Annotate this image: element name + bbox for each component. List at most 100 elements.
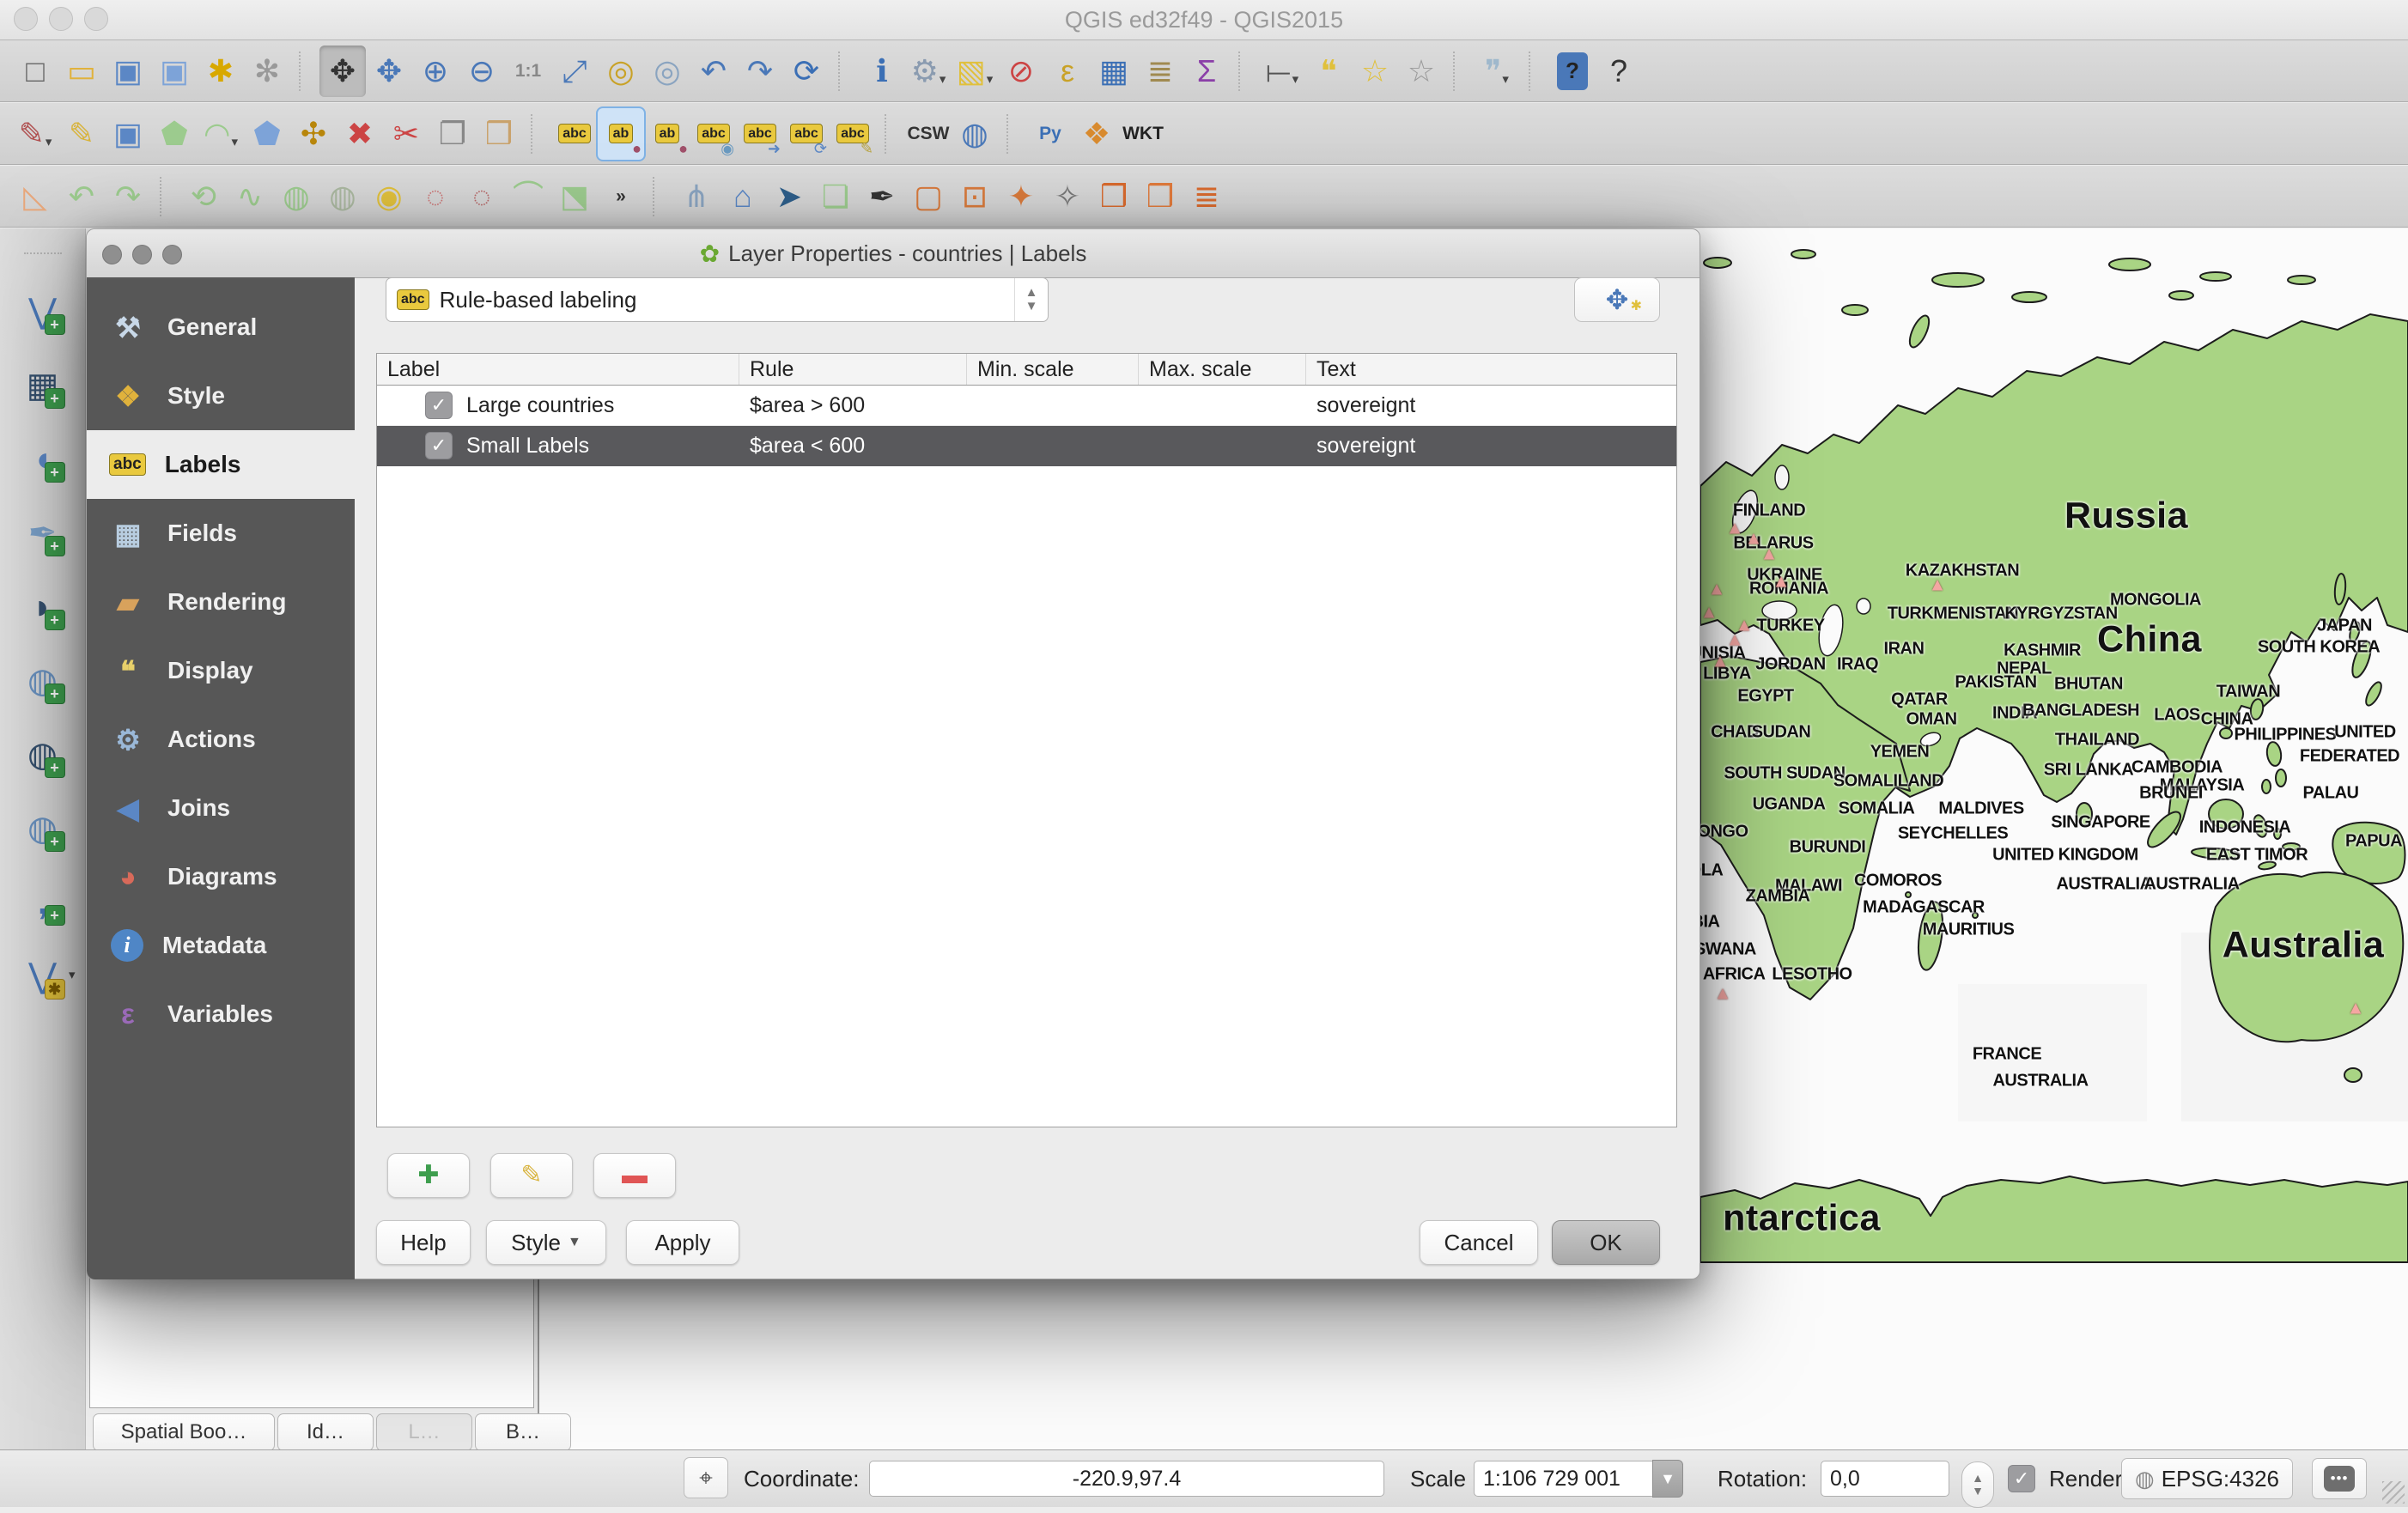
minimize-window-button[interactable] (49, 7, 73, 31)
rule-row[interactable]: ✓Large countries$area > 600sovereignt (377, 386, 1676, 426)
select-extent[interactable]: ▢ (905, 171, 952, 222)
toggle-editing[interactable]: ✎ (58, 108, 105, 160)
ok-button[interactable]: OK (1552, 1220, 1660, 1265)
identify-features[interactable]: ℹ (859, 46, 905, 97)
add-delimited-text-layer[interactable]: ,+ (15, 866, 70, 939)
zoom-to-selection[interactable]: ◎ (598, 46, 644, 97)
maximize-window-button[interactable] (84, 7, 108, 31)
rotation-input[interactable] (1821, 1461, 1949, 1497)
edit-rule-button[interactable]: ✎ (490, 1153, 573, 1198)
sidebar-item-fields[interactable]: ▦Fields (87, 499, 355, 568)
help-button[interactable]: Help (376, 1220, 471, 1265)
dialog-titlebar[interactable]: ✿ Layer Properties - countries | Labels (87, 229, 1700, 278)
epsg-button[interactable]: ◍ EPSG:4326 (2121, 1458, 2293, 1499)
add-wms-layer[interactable]: ◍+ (15, 718, 70, 792)
add-layer-group[interactable]: ≣ (1183, 171, 1230, 222)
undo[interactable]: ↶ (58, 171, 105, 222)
dock-tab-b[interactable]: B… (475, 1413, 571, 1451)
add-part[interactable]: ◍ (319, 171, 366, 222)
add-vector-layer[interactable]: ⋁+ (15, 275, 70, 349)
new-bookmark[interactable]: ☆ (1352, 46, 1398, 97)
pen-tool[interactable]: ✒ (859, 171, 905, 222)
sidebar-item-variables[interactable]: εVariables (87, 980, 355, 1048)
render-checkbox[interactable]: ✓ (2008, 1466, 2035, 1492)
close-window-button[interactable] (14, 7, 38, 31)
map-tips[interactable]: ❝ (1305, 46, 1352, 97)
auto-fill-wand[interactable]: ✦ (998, 171, 1044, 222)
copy-features[interactable]: ❐ (429, 108, 476, 160)
add-wms-service[interactable]: ◍ (952, 108, 998, 160)
move-label[interactable]: abc➜ (737, 108, 783, 160)
cancel-button[interactable]: Cancel (1420, 1220, 1538, 1265)
messages-button[interactable]: ••• (2312, 1458, 2367, 1499)
add-raster-layer[interactable]: ▦+ (15, 349, 70, 422)
sidebar-item-rendering[interactable]: ▰Rendering (87, 568, 355, 636)
rule-checkbox[interactable]: ✓ (425, 392, 453, 419)
sidebar-item-labels[interactable]: abcLabels (87, 430, 355, 499)
save-project-as[interactable]: ▣ (151, 46, 198, 97)
add-feature[interactable]: ⬟ (151, 108, 198, 160)
simplify-feature[interactable]: ∿ (227, 171, 273, 222)
wkt-tool[interactable]: WKT (1120, 108, 1166, 160)
text-annotation[interactable]: ❞▾ (1474, 46, 1520, 97)
dialog-minimize-button[interactable] (132, 245, 152, 264)
scale-dropdown-button[interactable]: ▼ (1656, 1461, 1683, 1497)
add-spatialite-layer[interactable]: ✒+ (15, 496, 70, 570)
dialog-zoom-button[interactable] (162, 245, 182, 264)
open-project[interactable]: ▭ (58, 46, 105, 97)
reshape-features[interactable]: ⬔ (551, 171, 598, 222)
layer-labeling-options[interactable]: abc (551, 108, 598, 160)
refresh-map[interactable]: ⟳ (783, 46, 830, 97)
select-by-expression[interactable]: ε (1044, 46, 1091, 97)
offset-curve[interactable]: ⌒ (505, 171, 551, 222)
column-header-label[interactable]: Label (377, 354, 739, 385)
save-layer-edits[interactable]: ▣ (105, 108, 151, 160)
scale-input[interactable] (1474, 1461, 1656, 1497)
window-controls[interactable] (14, 7, 108, 31)
toolbar-drag-handle[interactable] (24, 252, 62, 263)
delete-part[interactable]: ◌ (459, 171, 505, 222)
advanced-digitizing[interactable]: ◺ (12, 171, 58, 222)
zoom-in[interactable]: ⊕ (412, 46, 459, 97)
new-shapefile-layer[interactable]: ⋁✱▾ (15, 939, 70, 1013)
pin-unpin-labels[interactable]: ab● (598, 108, 644, 160)
add-circular-string[interactable]: ◠▾ (198, 108, 244, 160)
current-edits[interactable]: ✎▾ (12, 108, 58, 160)
transform-extent[interactable]: ⊡ (952, 171, 998, 222)
rotate-label[interactable]: abc⟳ (783, 108, 830, 160)
open-attribute-table[interactable]: ▦ (1091, 46, 1137, 97)
dock-tab-id[interactable]: Id… (277, 1413, 374, 1451)
new-project[interactable]: □ (12, 46, 58, 97)
dialog-close-button[interactable] (102, 245, 122, 264)
sidebar-item-diagrams[interactable]: ◕Diagrams (87, 842, 355, 911)
show-bookmarks[interactable]: ☆ (1398, 46, 1444, 97)
measure-line[interactable]: ⟝▾ (1259, 46, 1305, 97)
apply-button[interactable]: Apply (626, 1220, 739, 1265)
cut-features[interactable]: ✂ (383, 108, 429, 160)
fill-ring[interactable]: ◉ (366, 171, 412, 222)
map-view[interactable]: RussiaChinaAustraliantarcticaFINLANDBELA… (1700, 228, 2408, 1279)
save-project[interactable]: ▣ (105, 46, 151, 97)
delete-ring[interactable]: ◌ (412, 171, 459, 222)
sidebar-item-style[interactable]: ❖Style (87, 362, 355, 430)
run-feature-action[interactable]: ⚙▾ (905, 46, 952, 97)
dock-tab-l[interactable]: L… (376, 1413, 472, 1451)
csw-search[interactable]: CSW (905, 108, 952, 160)
paste-features[interactable]: ❒ (476, 108, 522, 160)
rule-checkbox[interactable]: ✓ (425, 432, 453, 459)
sidebar-item-actions[interactable]: ⚙Actions (87, 705, 355, 774)
magic-wand[interactable]: ✧ (1044, 171, 1091, 222)
sidebar-item-joins[interactable]: ◀Joins (87, 774, 355, 842)
zoom-last[interactable]: ↶ (690, 46, 737, 97)
remove-rule-button[interactable]: ▬ (593, 1153, 676, 1198)
rotation-stepper[interactable]: ▲▼ (1961, 1456, 1994, 1513)
resize-grip[interactable] (2382, 1481, 2405, 1504)
rules-table[interactable]: LabelRuleMin. scaleMax. scaleText ✓Large… (376, 353, 1677, 1127)
zoom-full[interactable]: ⤢ (551, 46, 598, 97)
add-ring[interactable]: ◍ (273, 171, 319, 222)
sidebar-item-metadata[interactable]: iMetadata (87, 911, 355, 980)
show-sum[interactable]: Σ (1183, 46, 1230, 97)
zoom-to-layer[interactable]: ◎ (644, 46, 690, 97)
labeling-mode-select[interactable]: abc Rule-based labeling ▲▼ (386, 277, 1049, 322)
statistical-summary[interactable]: ≣ (1137, 46, 1183, 97)
